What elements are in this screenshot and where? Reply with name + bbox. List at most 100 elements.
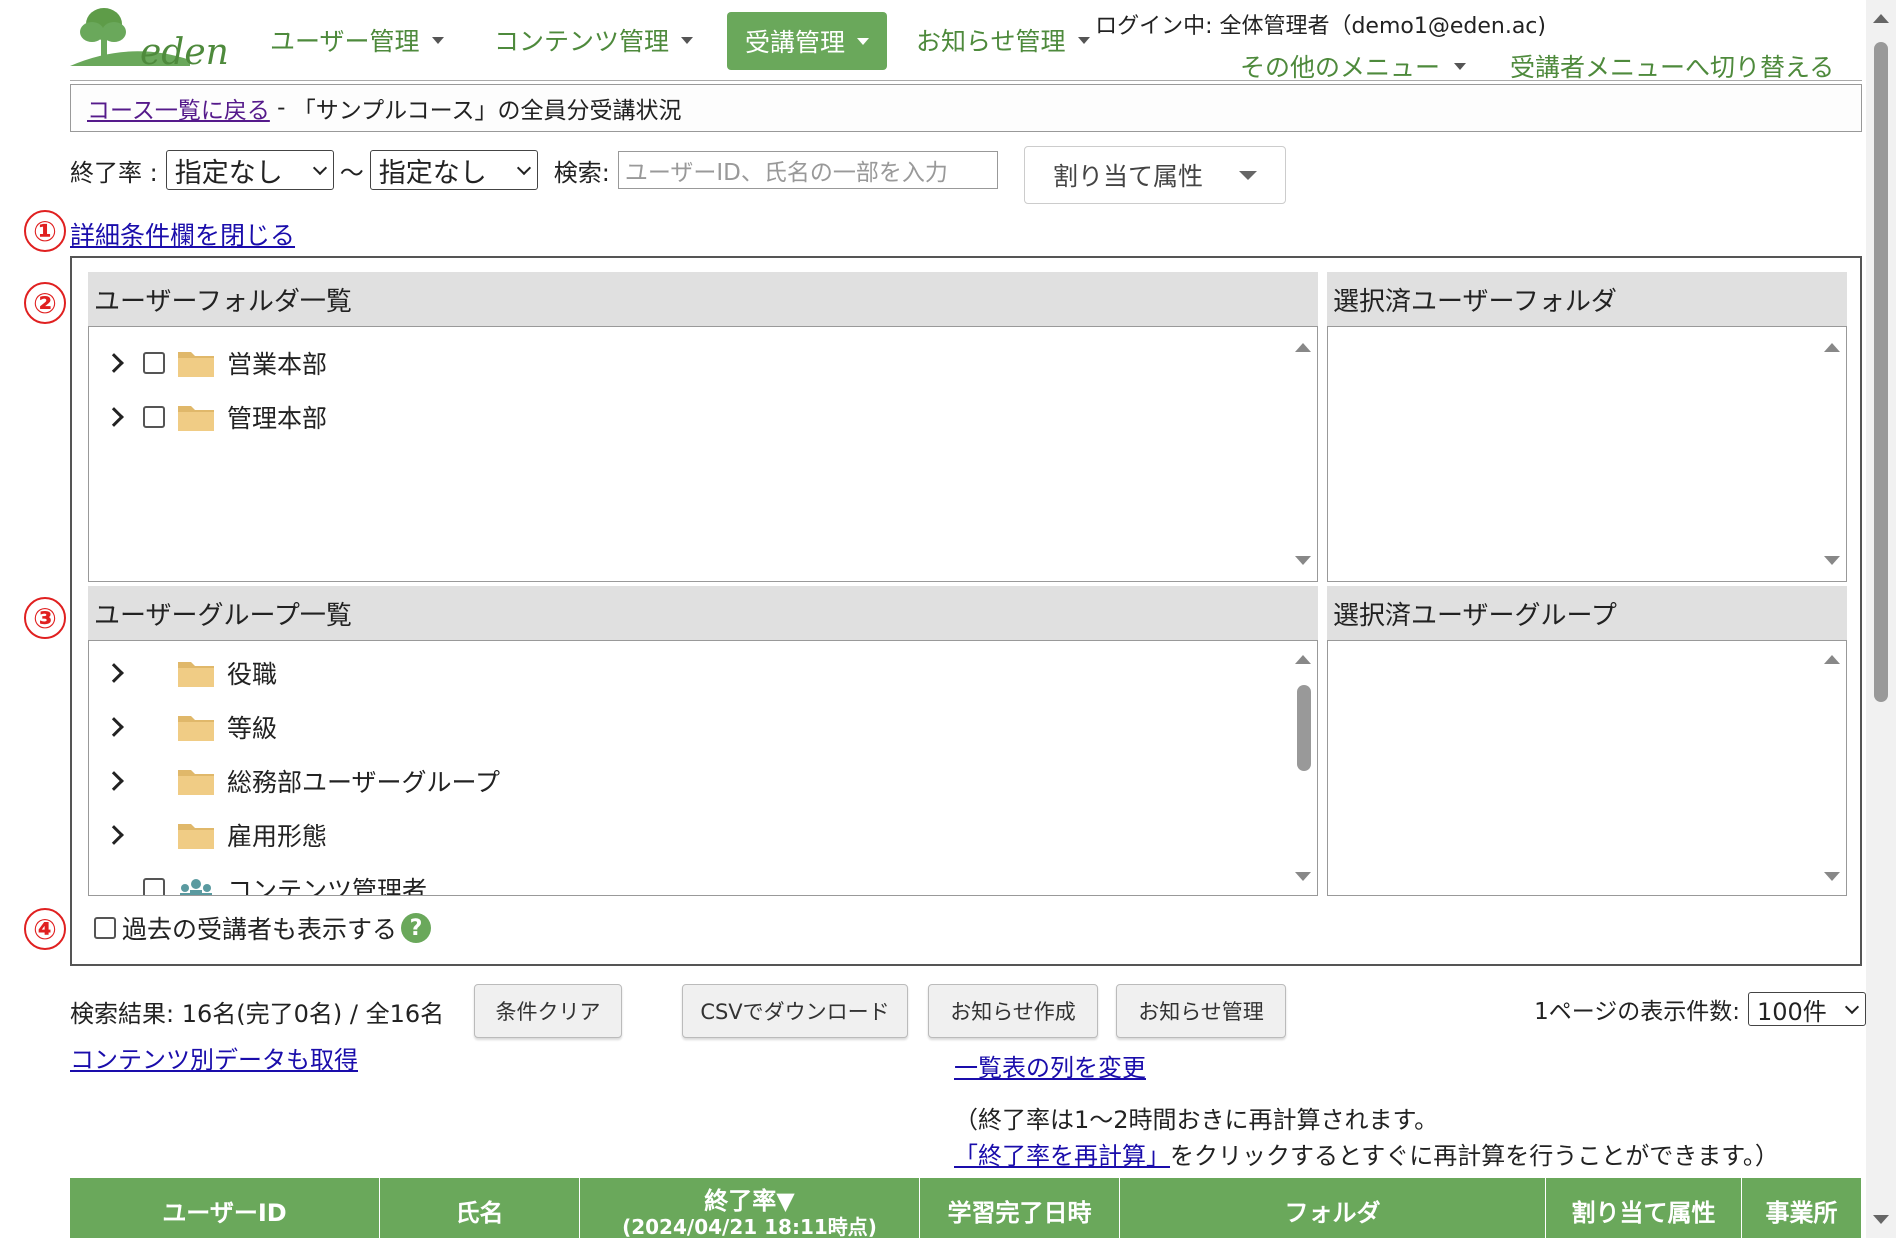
- caret-down-icon: [1077, 36, 1090, 44]
- create-notice-button[interactable]: お知らせ作成: [928, 984, 1098, 1038]
- rate-from-select[interactable]: 指定なし: [165, 150, 334, 190]
- chevron-right-icon[interactable]: [104, 825, 124, 845]
- chevron-right-icon[interactable]: [104, 663, 124, 683]
- search-input[interactable]: ユーザーID、氏名の一部を入力: [617, 151, 998, 189]
- folder-icon: [178, 662, 214, 687]
- scroll-down-icon[interactable]: [1295, 556, 1311, 565]
- scroll-down-icon[interactable]: [1824, 556, 1840, 565]
- col-folder[interactable]: フォルダ: [1120, 1178, 1546, 1238]
- logo-text: eden: [140, 32, 229, 73]
- col-completion-rate[interactable]: 終了率▼ (2024/04/21 18:11時点): [580, 1178, 920, 1238]
- header-divider: [70, 80, 1862, 81]
- recalc-note-line2: 「終了率を再計算」をクリックするとすぐに再計算を行うことができます。）: [954, 1142, 1779, 1170]
- search-label: 検索:: [553, 158, 610, 187]
- nav-content-management[interactable]: コンテンツ管理: [494, 12, 694, 68]
- login-status: ログイン中: 全体管理者（demo1@eden.ac): [1095, 14, 1546, 39]
- eden-logo[interactable]: eden: [70, 4, 240, 76]
- scroll-down-icon[interactable]: [1824, 872, 1840, 881]
- user-folder-panel: ユーザーフォルダ一覧 営業本部 管理本部: [88, 272, 1318, 582]
- marker-2: ②: [24, 282, 66, 324]
- user-folder-list[interactable]: 営業本部 管理本部: [88, 326, 1318, 582]
- scroll-up-icon[interactable]: [1295, 343, 1311, 352]
- tree-item-folder[interactable]: 営業本部: [104, 345, 327, 381]
- rate-label: 終了率 :: [70, 158, 158, 187]
- tree-item-group-folder[interactable]: 役職: [104, 655, 277, 691]
- caret-down-icon: [857, 37, 870, 45]
- recalc-note-line1: （終了率は1～2時間おきに再計算されます。: [954, 1106, 1439, 1134]
- caret-down-icon: [681, 36, 694, 44]
- page-scrollbar[interactable]: [1866, 0, 1896, 1238]
- folder-icon: [178, 716, 214, 741]
- selected-group-heading: 選択済ユーザーグループ: [1327, 586, 1847, 640]
- chevron-right-icon[interactable]: [104, 353, 124, 373]
- scroll-up-icon[interactable]: [1873, 14, 1889, 23]
- selected-folder-list[interactable]: [1327, 326, 1847, 582]
- rate-to-select[interactable]: 指定なし: [369, 150, 538, 190]
- change-columns-link[interactable]: 一覧表の列を変更: [954, 1048, 1146, 1083]
- col-name[interactable]: 氏名: [380, 1178, 580, 1238]
- chevron-right-icon[interactable]: [104, 717, 124, 737]
- selected-folder-panel: 選択済ユーザーフォルダ: [1327, 272, 1847, 582]
- scrollbar-thumb[interactable]: [1297, 685, 1311, 771]
- csv-download-button[interactable]: CSVでダウンロード: [682, 984, 908, 1038]
- close-detail-conditions-link[interactable]: 詳細条件欄を閉じる: [70, 216, 295, 252]
- caret-down-icon: [1454, 62, 1467, 70]
- filter-row: 終了率 : 指定なし ～ 指定なし 検索: ユーザーID、氏名の一部を入力: [70, 150, 998, 190]
- tree-item-group-folder[interactable]: 総務部ユーザーグループ: [104, 763, 500, 799]
- col-user-id[interactable]: ユーザーID: [70, 1178, 380, 1238]
- search-result-summary: 検索結果: 16名(完了0名) / 全16名: [70, 1000, 445, 1028]
- tree-item-group-folder[interactable]: 雇用形態: [104, 817, 327, 853]
- past-learners-checkbox[interactable]: [94, 917, 116, 939]
- folder-checkbox[interactable]: [143, 352, 165, 374]
- back-to-course-list-link[interactable]: コース一覧に戻る: [87, 91, 270, 125]
- assigned-attribute-dropdown[interactable]: 割り当て属性: [1024, 146, 1286, 204]
- selected-folder-heading: 選択済ユーザーフォルダ: [1327, 272, 1847, 326]
- manage-notice-button[interactable]: お知らせ管理: [1116, 984, 1286, 1038]
- per-page-select[interactable]: 100件: [1748, 992, 1866, 1026]
- page-title: 「サンプルコース」の全員分受講状況: [292, 98, 682, 124]
- chevron-down-icon: [312, 160, 327, 175]
- help-icon[interactable]: ?: [401, 913, 432, 943]
- col-office[interactable]: 事業所: [1742, 1178, 1862, 1238]
- clear-conditions-button[interactable]: 条件クリア: [474, 984, 622, 1038]
- nav-notice-management[interactable]: お知らせ管理: [916, 12, 1090, 68]
- tree-item-folder[interactable]: 管理本部: [104, 399, 327, 435]
- switch-to-learner-menu[interactable]: 受講者メニューへ切り替える: [1510, 48, 1834, 84]
- recalculate-link[interactable]: 「終了率を再計算」: [954, 1142, 1170, 1170]
- selected-group-list[interactable]: [1327, 640, 1847, 896]
- scroll-up-icon[interactable]: [1295, 655, 1311, 664]
- scroll-up-icon[interactable]: [1824, 655, 1840, 664]
- user-group-heading: ユーザーグループ一覧: [88, 586, 1318, 640]
- user-folder-heading: ユーザーフォルダ一覧: [88, 272, 1318, 326]
- scrollbar-thumb[interactable]: [1874, 42, 1888, 702]
- user-group-list[interactable]: 役職 等級 総務部ユーザーグループ 雇用形態 コンテンツ管理者: [88, 640, 1318, 896]
- user-group-icon: [180, 879, 212, 895]
- col-assigned-attribute[interactable]: 割り当て属性: [1546, 1178, 1742, 1238]
- scroll-down-icon[interactable]: [1873, 1215, 1889, 1224]
- content-data-link[interactable]: コンテンツ別データも取得: [70, 1040, 358, 1075]
- chevron-right-icon[interactable]: [104, 407, 124, 427]
- col-completion-date[interactable]: 学習完了日時: [920, 1178, 1120, 1238]
- tree-item-group-folder[interactable]: 等級: [104, 709, 277, 745]
- scroll-down-icon[interactable]: [1295, 872, 1311, 881]
- folder-icon: [178, 352, 214, 377]
- nav-user-management[interactable]: ユーザー管理: [270, 12, 444, 68]
- breadcrumb: コース一覧に戻る - 「サンプルコース」の全員分受講状況: [70, 84, 1862, 132]
- other-menu[interactable]: その他のメニュー: [1240, 48, 1467, 84]
- folder-checkbox[interactable]: [143, 406, 165, 428]
- tree-item-group[interactable]: コンテンツ管理者: [143, 871, 427, 895]
- user-group-panel: ユーザーグループ一覧 役職 等級 総務部ユーザーグループ 雇用形態 コンテンツ管…: [88, 586, 1318, 896]
- scroll-up-icon[interactable]: [1824, 343, 1840, 352]
- group-checkbox[interactable]: [143, 878, 165, 895]
- folder-icon: [178, 406, 214, 431]
- caret-down-icon: [1239, 170, 1257, 180]
- chevron-down-icon: [1844, 999, 1860, 1014]
- nav-course-management[interactable]: 受講管理: [727, 12, 888, 70]
- per-page-control: 1ページの表示件数: 100件: [1534, 992, 1866, 1026]
- show-past-learners[interactable]: 過去の受講者も表示する ?: [94, 910, 432, 946]
- caret-down-icon: [431, 36, 444, 44]
- selected-group-panel: 選択済ユーザーグループ: [1327, 586, 1847, 896]
- folder-icon: [178, 770, 214, 795]
- chevron-down-icon: [516, 160, 531, 175]
- chevron-right-icon[interactable]: [104, 771, 124, 791]
